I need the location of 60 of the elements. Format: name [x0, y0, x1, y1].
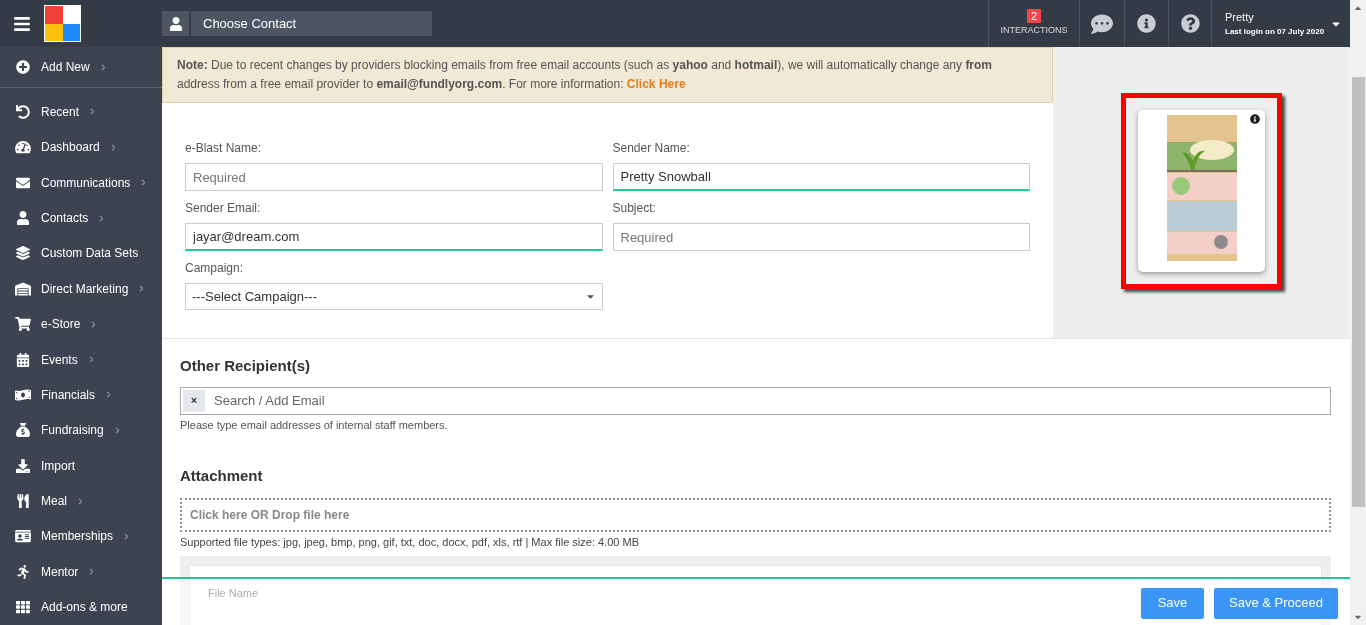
text-field[interactable]: Required — [612, 223, 1030, 251]
building-icon — [15, 281, 31, 296]
info-icon[interactable] — [1137, 14, 1156, 33]
calendar-icon — [15, 352, 31, 367]
id-card-icon — [15, 529, 31, 544]
text-field[interactable]: Required — [185, 163, 603, 191]
user-icon — [15, 211, 31, 226]
sidebar-item[interactable]: Events — [0, 341, 162, 378]
sidebar-item[interactable]: Fundraising — [0, 412, 162, 449]
gauge-icon — [15, 140, 31, 155]
sidebar-item[interactable]: Contacts — [0, 200, 162, 236]
sidebar-item[interactable]: Dashboard — [0, 129, 162, 166]
help-text: Supported file types: jpg, jpeg, bmp, png, gif, txt, doc, docx, pdf, xls, rtf | Max file size: 4.00 MB — [180, 534, 640, 550]
column-header: File Name — [208, 587, 259, 599]
sidebar-item[interactable]: Import — [0, 448, 162, 484]
notice-text: Note: Due to recent changes by providers blocking emails from free email accounts (such as yahoo and hotmail), we will automatically change any from address from a free email provider to email@fundlyorg.com. For more information: Click Here — [177, 58, 993, 91]
running-icon — [15, 564, 31, 579]
help-text: Please type email addresses of internal staff members. — [180, 417, 449, 433]
text-field[interactable]: Pretty Snowball — [612, 163, 1030, 191]
money-bag-icon — [15, 423, 31, 438]
count-badge: 2 — [1026, 9, 1042, 24]
sidebar-item[interactable]: Financials — [0, 377, 162, 413]
download-icon — [15, 458, 31, 473]
email-search-field[interactable]: × Search / Add Email — [180, 386, 1331, 415]
cart-icon — [15, 317, 31, 332]
clear-button[interactable]: × — [183, 389, 205, 412]
field-label: Sender Name: — [612, 140, 691, 157]
text-field[interactable]: jayar@dream.com — [185, 223, 603, 251]
sidebar-item[interactable]: Add-ons & more — [0, 589, 162, 625]
grid-icon — [15, 600, 31, 615]
sidebar-item[interactable]: Communications — [0, 165, 162, 201]
section-heading: Attachment — [180, 466, 264, 486]
field-label: Subject: — [612, 200, 657, 217]
field-label: Campaign: — [185, 260, 245, 277]
field-label: e-Blast Name: — [185, 140, 263, 157]
sidebar-item[interactable]: Memberships — [0, 518, 162, 555]
menu-icon[interactable] — [13, 14, 31, 33]
undo-icon — [15, 105, 31, 119]
help-icon[interactable] — [1180, 14, 1200, 33]
chat-icon[interactable] — [1091, 12, 1113, 35]
money-icon — [15, 388, 31, 402]
info-icon[interactable] — [1250, 114, 1260, 124]
field-label: Sender Email: — [185, 200, 262, 217]
user-icon — [168, 16, 183, 31]
sidebar-item[interactable]: Recent — [0, 94, 162, 130]
logo-icon — [44, 5, 81, 42]
contact-search-field[interactable]: Choose Contact — [191, 11, 432, 36]
sidebar-item[interactable]: Meal — [0, 483, 162, 519]
utensils-icon — [15, 494, 31, 509]
envelope-icon — [15, 175, 31, 190]
sidebar-item[interactable]: Direct Marketing — [0, 271, 162, 307]
layers-icon — [15, 246, 31, 261]
campaign-select[interactable]: ---Select Campaign--- — [185, 283, 603, 310]
section-heading: Other Recipient(s) — [180, 356, 312, 376]
sidebar-item[interactable]: e-Store — [0, 306, 162, 342]
sidebar-item[interactable]: Custom Data Sets — [0, 235, 162, 272]
contact-icon-button[interactable] — [162, 11, 189, 36]
sidebar-item[interactable]: Mentor — [0, 554, 162, 590]
scroll-thumb[interactable] — [1351, 77, 1365, 507]
file-dropzone[interactable]: Click here OR Drop file here — [180, 497, 1331, 532]
